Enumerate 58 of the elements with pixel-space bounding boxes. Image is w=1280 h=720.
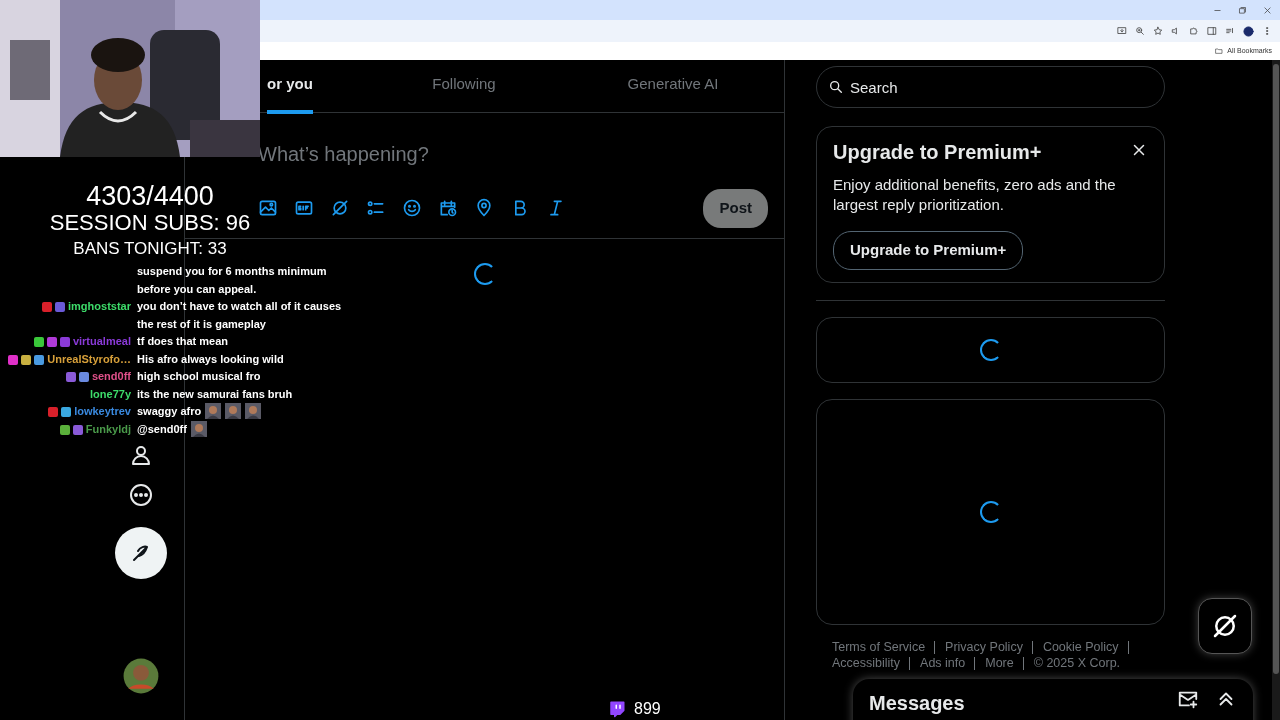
chat-username: send0ff xyxy=(91,369,131,384)
footer-link[interactable]: Ads info xyxy=(920,656,976,670)
feed-tab[interactable]: Following xyxy=(320,60,608,112)
footer-link[interactable]: More xyxy=(985,656,1024,670)
calendar-icon[interactable] xyxy=(438,198,458,219)
footer-link[interactable]: Terms of Service xyxy=(832,640,936,654)
star-icon[interactable] xyxy=(1153,26,1163,36)
drawer-title: Messages xyxy=(869,691,965,716)
person-icon[interactable] xyxy=(129,443,153,467)
chat-message: high school musical fro xyxy=(137,369,261,384)
chat-username: lowkeytrev xyxy=(74,404,131,419)
chat-username: lone77y xyxy=(90,386,131,402)
footer-link[interactable]: © 2025 X Corp. xyxy=(1033,656,1130,670)
post-input[interactable]: What’s happening? xyxy=(258,139,558,169)
chat-message: His afro always looking wild xyxy=(137,351,284,367)
image-icon[interactable] xyxy=(258,198,278,219)
profile-icon[interactable] xyxy=(1243,25,1254,37)
chat-username: UnrealStyrofo… xyxy=(47,351,131,367)
viewer-count: 899 xyxy=(634,699,661,719)
post-button[interactable]: Post xyxy=(703,189,768,228)
chat-message: suspend you for 6 months minimum before you can appeal. xyxy=(137,264,328,297)
emoji-icon[interactable] xyxy=(402,198,422,219)
scrollbar[interactable] xyxy=(1272,60,1280,720)
zoom-icon[interactable] xyxy=(1135,26,1145,36)
messages-drawer[interactable]: Messages xyxy=(853,679,1253,720)
avatar-icon[interactable] xyxy=(122,657,160,695)
feed-tab[interactable]: or you xyxy=(260,60,320,112)
chat-bubble-icon xyxy=(608,700,626,718)
stream-stat: 4303/4400 xyxy=(85,183,215,210)
chat-message: swaggy afro xyxy=(137,404,202,419)
chat-message: its the new samurai fans bruh xyxy=(137,386,293,402)
restore-icon[interactable] xyxy=(1238,5,1247,15)
stream-stat: BANS TONIGHT: 33 xyxy=(72,240,228,257)
chat-message: tf does that mean xyxy=(137,334,229,349)
search-field[interactable]: Search xyxy=(816,66,1165,108)
sidepanel-icon[interactable] xyxy=(1207,26,1217,36)
location-icon[interactable] xyxy=(474,198,494,219)
slash-circle-icon[interactable] xyxy=(330,198,350,219)
chat-username: Funkyldj xyxy=(85,421,131,437)
scroll-thumb[interactable] xyxy=(1273,64,1279,674)
grok-button[interactable] xyxy=(1198,598,1252,654)
search-icon xyxy=(828,79,844,95)
card-title: Upgrade to Premium+ xyxy=(833,140,1042,165)
footer-link[interactable]: Accessibility xyxy=(832,656,911,670)
chat-username: imghoststar xyxy=(68,299,131,314)
feed-tab[interactable]: Generative AI xyxy=(608,60,738,112)
stream-stat: SESSION SUBS: 96 xyxy=(48,212,252,234)
compose-button[interactable] xyxy=(115,527,167,579)
footer-link[interactable]: Cookie Policy xyxy=(1042,640,1129,654)
install-icon[interactable] xyxy=(1117,26,1127,36)
footer-link[interactable]: Privacy Policy xyxy=(945,640,1033,654)
chat-username: virtualmeal xyxy=(72,334,131,349)
upgrade-button[interactable]: Upgrade to Premium+ xyxy=(833,231,1024,270)
media-icon[interactable] xyxy=(1225,26,1235,36)
folder-icon xyxy=(1215,47,1224,55)
card-text: Enjoy additional benefits, zero ads and the largest reply prioritization. xyxy=(833,175,1117,215)
chat-message: @send0ff xyxy=(137,421,187,437)
more-icon[interactable] xyxy=(129,483,153,507)
